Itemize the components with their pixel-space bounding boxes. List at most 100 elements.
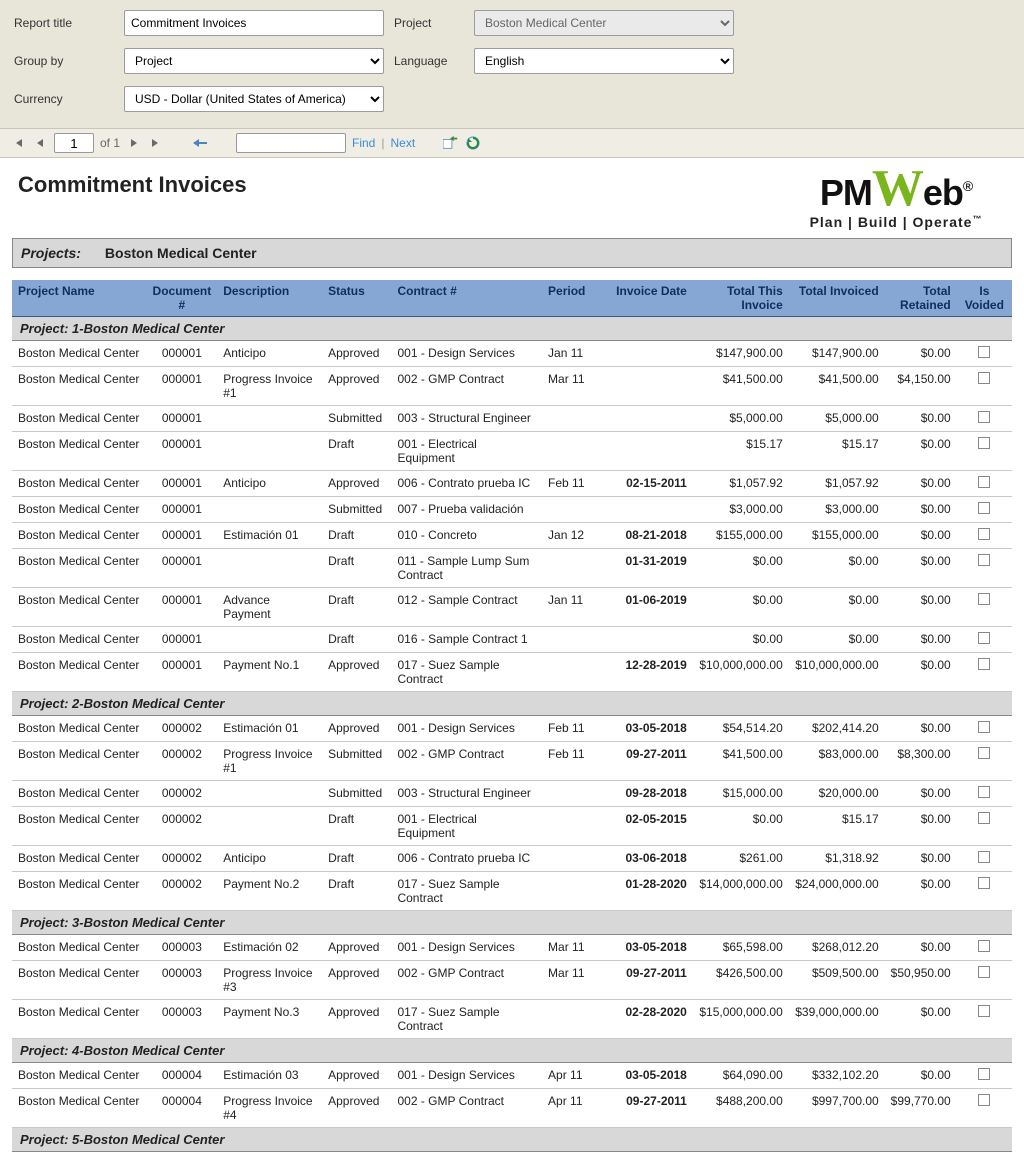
report-title-input[interactable]	[124, 10, 384, 36]
voided-checkbox[interactable]	[978, 476, 990, 488]
cell-total-this-invoice: $3,000.00	[693, 497, 789, 523]
table-row[interactable]: Boston Medical Center000002Progress Invo…	[12, 742, 1012, 781]
refresh-icon[interactable]	[465, 135, 481, 151]
col-contract-no[interactable]: Contract #	[391, 280, 542, 317]
table-row[interactable]: Boston Medical Center000004Estimación 03…	[12, 1063, 1012, 1089]
voided-checkbox[interactable]	[978, 851, 990, 863]
cell-project: Boston Medical Center	[12, 807, 147, 846]
cell-invoice-date: 02-05-2015	[609, 807, 693, 846]
col-is-voided[interactable]: Is Voided	[957, 280, 1012, 317]
find-link[interactable]: Find	[352, 136, 375, 150]
table-row[interactable]: Boston Medical Center000002AnticipoDraft…	[12, 846, 1012, 872]
cell-project: Boston Medical Center	[12, 961, 147, 1000]
voided-checkbox[interactable]	[978, 966, 990, 978]
table-row[interactable]: Boston Medical Center000004Progress Invo…	[12, 1089, 1012, 1128]
table-row[interactable]: Boston Medical Center000001Submitted007 …	[12, 497, 1012, 523]
voided-checkbox[interactable]	[978, 1094, 990, 1106]
voided-checkbox[interactable]	[978, 786, 990, 798]
voided-checkbox[interactable]	[978, 528, 990, 540]
voided-checkbox[interactable]	[978, 411, 990, 423]
cell-status: Draft	[322, 432, 391, 471]
prev-page-icon[interactable]	[32, 135, 48, 151]
voided-checkbox[interactable]	[978, 658, 990, 670]
col-total-invoiced[interactable]: Total Invoiced	[789, 280, 885, 317]
cell-is-voided	[957, 935, 1012, 961]
voided-checkbox[interactable]	[978, 721, 990, 733]
cell-project: Boston Medical Center	[12, 471, 147, 497]
cell-total-this-invoice: $65,598.00	[693, 935, 789, 961]
table-row[interactable]: Boston Medical Center000001AnticipoAppro…	[12, 471, 1012, 497]
last-page-icon[interactable]	[148, 135, 164, 151]
table-row[interactable]: Boston Medical Center000002Draft001 - El…	[12, 807, 1012, 846]
voided-checkbox[interactable]	[978, 877, 990, 889]
table-row[interactable]: Boston Medical Center000001Submitted003 …	[12, 406, 1012, 432]
group-by-select[interactable]: Project	[124, 48, 384, 74]
voided-checkbox[interactable]	[978, 1068, 990, 1080]
currency-select[interactable]: USD - Dollar (United States of America)	[124, 86, 384, 112]
col-invoice-date[interactable]: Invoice Date	[609, 280, 693, 317]
col-document-no[interactable]: Document #	[147, 280, 218, 317]
voided-checkbox[interactable]	[978, 372, 990, 384]
cell-total-this-invoice: $15.17	[693, 432, 789, 471]
page-number-input[interactable]	[54, 133, 94, 153]
voided-checkbox[interactable]	[978, 812, 990, 824]
language-select[interactable]: English	[474, 48, 734, 74]
cell-project: Boston Medical Center	[12, 523, 147, 549]
table-row[interactable]: Boston Medical Center000002Payment No.2D…	[12, 872, 1012, 911]
table-row[interactable]: Boston Medical Center000001Draft011 - Sa…	[12, 549, 1012, 588]
voided-checkbox[interactable]	[978, 502, 990, 514]
next-link[interactable]: Next	[390, 136, 415, 150]
cell-total-invoiced: $509,500.00	[789, 961, 885, 1000]
project-select[interactable]: Boston Medical Center	[474, 10, 734, 36]
table-row[interactable]: Boston Medical Center000001Advance Payme…	[12, 588, 1012, 627]
cell-period: Apr 11	[542, 1089, 609, 1128]
voided-checkbox[interactable]	[978, 747, 990, 759]
cell-is-voided	[957, 742, 1012, 781]
cell-description: Anticipo	[217, 471, 322, 497]
table-row[interactable]: Boston Medical Center000002Submitted003 …	[12, 781, 1012, 807]
voided-checkbox[interactable]	[978, 593, 990, 605]
cell-is-voided	[957, 549, 1012, 588]
table-row[interactable]: Boston Medical Center000003Payment No.3A…	[12, 1000, 1012, 1039]
back-nav-icon[interactable]	[192, 135, 208, 151]
cell-contract: 001 - Design Services	[391, 1063, 542, 1089]
col-period[interactable]: Period	[542, 280, 609, 317]
cell-is-voided	[957, 1063, 1012, 1089]
col-status[interactable]: Status	[322, 280, 391, 317]
col-total-this-invoice[interactable]: Total This Invoice	[693, 280, 789, 317]
voided-checkbox[interactable]	[978, 437, 990, 449]
table-row[interactable]: Boston Medical Center000003Estimación 02…	[12, 935, 1012, 961]
projects-banner-label: Projects:	[21, 245, 81, 261]
table-row[interactable]: Boston Medical Center000001Draft016 - Sa…	[12, 627, 1012, 653]
next-page-icon[interactable]	[126, 135, 142, 151]
cell-status: Submitted	[322, 497, 391, 523]
table-row[interactable]: Boston Medical Center000001AnticipoAppro…	[12, 341, 1012, 367]
table-row[interactable]: Boston Medical Center000001Payment No.1A…	[12, 653, 1012, 692]
col-description[interactable]: Description	[217, 280, 322, 317]
cell-description	[217, 627, 322, 653]
cell-invoice-date: 09-27-2011	[609, 742, 693, 781]
cell-invoice-date: 09-28-2018	[609, 781, 693, 807]
table-row[interactable]: Boston Medical Center000002Estimación 01…	[12, 716, 1012, 742]
export-icon[interactable]	[443, 135, 459, 151]
cell-description: Payment No.3	[217, 1000, 322, 1039]
cell-period	[542, 432, 609, 471]
report-title-label: Report title	[14, 16, 114, 30]
col-total-retained[interactable]: Total Retained	[885, 280, 957, 317]
find-input[interactable]	[236, 133, 346, 153]
cell-document-no: 000004	[147, 1089, 218, 1128]
voided-checkbox[interactable]	[978, 632, 990, 644]
voided-checkbox[interactable]	[978, 554, 990, 566]
table-row[interactable]: Boston Medical Center000003Progress Invo…	[12, 961, 1012, 1000]
table-row[interactable]: Boston Medical Center000001Progress Invo…	[12, 367, 1012, 406]
cell-document-no: 000002	[147, 716, 218, 742]
report-header: Commitment Invoices PMWeb® Plan | Build …	[0, 158, 1024, 238]
voided-checkbox[interactable]	[978, 1005, 990, 1017]
first-page-icon[interactable]	[10, 135, 26, 151]
cell-is-voided	[957, 1089, 1012, 1128]
voided-checkbox[interactable]	[978, 940, 990, 952]
table-row[interactable]: Boston Medical Center000001Draft001 - El…	[12, 432, 1012, 471]
table-row[interactable]: Boston Medical Center000001Estimación 01…	[12, 523, 1012, 549]
col-project-name[interactable]: Project Name	[12, 280, 147, 317]
voided-checkbox[interactable]	[978, 346, 990, 358]
